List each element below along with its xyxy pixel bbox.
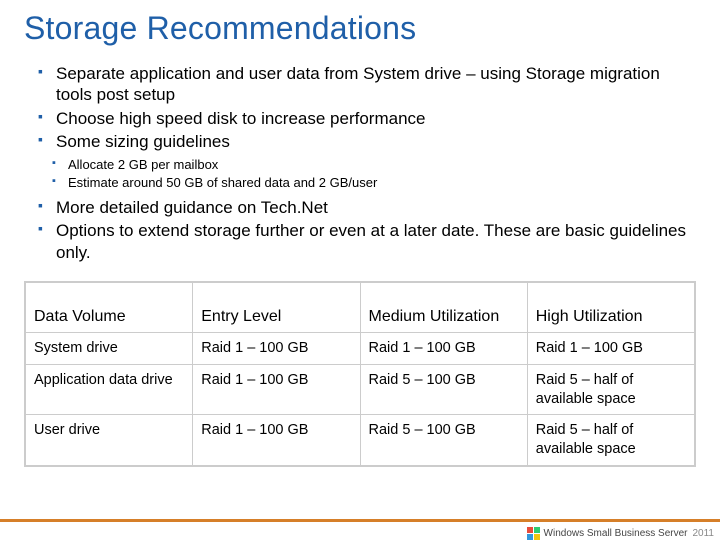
cell: Raid 5 – half of available space bbox=[527, 364, 694, 415]
col-header: Entry Level bbox=[193, 282, 360, 332]
brand-text: Windows Small Business Server bbox=[544, 528, 688, 539]
windows-flag-icon bbox=[527, 527, 540, 540]
brand-logo: Windows Small Business Server 2011 bbox=[527, 527, 714, 540]
sub-bullet-list: Allocate 2 GB per mailbox Estimate aroun… bbox=[24, 156, 696, 191]
bullet-item: Separate application and user data from … bbox=[38, 63, 696, 106]
table-header-row: Data Volume Entry Level Medium Utilizati… bbox=[26, 282, 695, 332]
sub-bullet-item: Estimate around 50 GB of shared data and… bbox=[52, 174, 696, 192]
cell: Raid 1 – 100 GB bbox=[360, 332, 527, 364]
accent-bar bbox=[0, 519, 720, 522]
cell: Raid 1 – 100 GB bbox=[193, 332, 360, 364]
bullet-list: Separate application and user data from … bbox=[24, 63, 696, 152]
table-row: Application data drive Raid 1 – 100 GB R… bbox=[26, 364, 695, 415]
col-header: Data Volume bbox=[26, 282, 193, 332]
slide: Storage Recommendations Separate applica… bbox=[0, 0, 720, 540]
table-row: System drive Raid 1 – 100 GB Raid 1 – 10… bbox=[26, 332, 695, 364]
cell: User drive bbox=[26, 415, 193, 466]
footer: Windows Small Business Server 2011 bbox=[0, 520, 720, 540]
bullet-item: Choose high speed disk to increase perfo… bbox=[38, 108, 696, 129]
cell: Raid 1 – 100 GB bbox=[527, 332, 694, 364]
cell: Raid 5 – 100 GB bbox=[360, 364, 527, 415]
slide-title: Storage Recommendations bbox=[24, 10, 696, 47]
bullet-list: More detailed guidance on Tech.Net Optio… bbox=[24, 197, 696, 263]
cell: Raid 1 – 100 GB bbox=[193, 415, 360, 466]
cell: Raid 5 – half of available space bbox=[527, 415, 694, 466]
bullet-item: Some sizing guidelines bbox=[38, 131, 696, 152]
cell: Raid 1 – 100 GB bbox=[193, 364, 360, 415]
table-row: User drive Raid 1 – 100 GB Raid 5 – 100 … bbox=[26, 415, 695, 466]
brand-year: 2011 bbox=[692, 528, 714, 539]
bullet-item: Options to extend storage further or eve… bbox=[38, 220, 696, 263]
bullet-item: More detailed guidance on Tech.Net bbox=[38, 197, 696, 218]
cell: System drive bbox=[26, 332, 193, 364]
sub-bullet-item: Allocate 2 GB per mailbox bbox=[52, 156, 696, 174]
col-header: Medium Utilization bbox=[360, 282, 527, 332]
cell: Application data drive bbox=[26, 364, 193, 415]
cell: Raid 5 – 100 GB bbox=[360, 415, 527, 466]
storage-table: Data Volume Entry Level Medium Utilizati… bbox=[24, 281, 696, 467]
col-header: High Utilization bbox=[527, 282, 694, 332]
